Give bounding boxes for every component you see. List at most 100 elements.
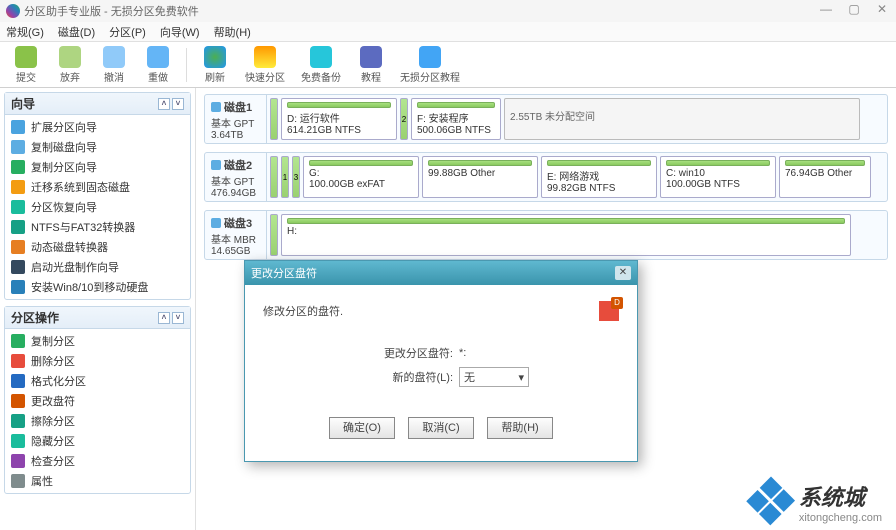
item-label: 分区恢复向导 bbox=[31, 199, 97, 215]
menu-wizard[interactable]: 向导(W) bbox=[160, 24, 200, 40]
partition[interactable]: 76.94GB Other bbox=[779, 156, 871, 198]
partition[interactable]: E: 网络游戏99.82GB NTFS bbox=[541, 156, 657, 198]
item-label: 格式化分区 bbox=[31, 373, 86, 389]
wizard-item[interactable]: 分区恢复向导 bbox=[5, 197, 190, 217]
new-letter-select[interactable]: 无▾ bbox=[459, 367, 529, 387]
action-icon bbox=[11, 260, 25, 274]
action-icon bbox=[11, 240, 25, 254]
action-icon bbox=[11, 394, 25, 408]
redo-button[interactable]: 重做 bbox=[136, 44, 180, 86]
ops-item[interactable]: 复制分区 bbox=[5, 331, 190, 351]
window-title: 分区助手专业版 - 无损分区免费软件 bbox=[24, 3, 199, 19]
ops-item[interactable]: 属性 bbox=[5, 471, 190, 491]
panel-down-icon[interactable]: ˅ bbox=[172, 98, 184, 110]
maximize-button[interactable]: ▢ bbox=[840, 2, 868, 20]
current-letter-label: 更改分区盘符: bbox=[353, 345, 453, 361]
tutorial-button[interactable]: 教程 bbox=[349, 44, 393, 86]
item-label: 更改盘符 bbox=[31, 393, 75, 409]
chevron-down-icon: ▾ bbox=[518, 371, 524, 384]
app-icon bbox=[6, 4, 20, 18]
partition-stub[interactable]: 3 bbox=[292, 156, 300, 198]
item-label: 复制磁盘向导 bbox=[31, 139, 97, 155]
disk-info: 磁盘2基本 GPT476.94GB bbox=[205, 153, 267, 201]
menu-help[interactable]: 帮助(H) bbox=[214, 24, 251, 40]
ops-item[interactable]: 隐藏分区 bbox=[5, 431, 190, 451]
undo-button[interactable]: 撤消 bbox=[92, 44, 136, 86]
panel-up-icon[interactable]: ˄ bbox=[158, 98, 170, 110]
menu-general[interactable]: 常规(G) bbox=[6, 24, 44, 40]
disk-info: 磁盘3基本 MBR14.65GB bbox=[205, 211, 267, 259]
title-bar: 分区助手专业版 - 无损分区免费软件 — ▢ ✕ bbox=[0, 0, 896, 22]
item-label: 迁移系统到固态磁盘 bbox=[31, 179, 130, 195]
ops-item[interactable]: 检查分区 bbox=[5, 451, 190, 471]
partition-stub[interactable]: 1 bbox=[281, 156, 289, 198]
close-button[interactable]: ✕ bbox=[868, 2, 896, 20]
item-label: 扩展分区向导 bbox=[31, 119, 97, 135]
partition[interactable]: D: 运行软件614.21GB NTFS bbox=[281, 98, 397, 140]
wizard-item[interactable]: 复制磁盘向导 bbox=[5, 137, 190, 157]
menu-partition[interactable]: 分区(P) bbox=[109, 24, 146, 40]
item-label: 属性 bbox=[31, 473, 53, 489]
action-icon bbox=[11, 280, 25, 294]
item-label: 检查分区 bbox=[31, 453, 75, 469]
action-icon bbox=[11, 454, 25, 468]
wizard-item[interactable]: NTFS与FAT32转换器 bbox=[5, 217, 190, 237]
item-label: 擦除分区 bbox=[31, 413, 75, 429]
partition-stub[interactable] bbox=[270, 156, 278, 198]
wizard-item[interactable]: 复制分区向导 bbox=[5, 157, 190, 177]
ops-item[interactable]: 擦除分区 bbox=[5, 411, 190, 431]
watermark: 系统城 xitongcheng.com bbox=[753, 480, 882, 524]
item-label: 复制分区 bbox=[31, 333, 75, 349]
partition[interactable]: F: 安装程序500.06GB NTFS bbox=[411, 98, 501, 140]
menu-bar: 常规(G) 磁盘(D) 分区(P) 向导(W) 帮助(H) bbox=[0, 22, 896, 42]
wizard-panel: 向导 ˄˅ 扩展分区向导复制磁盘向导复制分区向导迁移系统到固态磁盘分区恢复向导N… bbox=[4, 92, 191, 300]
partition-stub[interactable] bbox=[270, 98, 278, 140]
item-label: 删除分区 bbox=[31, 353, 75, 369]
action-icon bbox=[11, 374, 25, 388]
panel-down-icon[interactable]: ˅ bbox=[172, 312, 184, 324]
ok-button[interactable]: 确定(O) bbox=[329, 417, 395, 439]
quick-partition-button[interactable]: 快速分区 bbox=[237, 44, 293, 86]
partition-stub[interactable] bbox=[270, 214, 278, 256]
disk-row: 磁盘3基本 MBR14.65GB H: bbox=[204, 210, 888, 260]
partition[interactable]: 99.88GB Other bbox=[422, 156, 538, 198]
wizard-item[interactable]: 扩展分区向导 bbox=[5, 117, 190, 137]
partition[interactable]: G:100.00GB exFAT bbox=[303, 156, 419, 198]
wizard-item[interactable]: 迁移系统到固态磁盘 bbox=[5, 177, 190, 197]
disk-icon bbox=[211, 218, 221, 228]
unallocated-space[interactable]: 2.55TB 未分配空间 bbox=[504, 98, 860, 140]
partition[interactable]: C: win10100.00GB NTFS bbox=[660, 156, 776, 198]
disk-info: 磁盘1基本 GPT3.64TB bbox=[205, 95, 267, 143]
ops-item[interactable]: 格式化分区 bbox=[5, 371, 190, 391]
free-backup-button[interactable]: 免费备份 bbox=[293, 44, 349, 86]
action-icon bbox=[11, 474, 25, 488]
cancel-button[interactable]: 取消(C) bbox=[408, 417, 474, 439]
action-icon bbox=[11, 200, 25, 214]
partition-stub[interactable]: 2 bbox=[400, 98, 408, 140]
refresh-button[interactable]: 刷新 bbox=[193, 44, 237, 86]
ops-item[interactable]: 更改盘符 bbox=[5, 391, 190, 411]
wizard-item[interactable]: 安装Win8/10到移动硬盘 bbox=[5, 277, 190, 297]
menu-disk[interactable]: 磁盘(D) bbox=[58, 24, 95, 40]
change-letter-dialog: 更改分区盘符 ✕ 修改分区的盘符. 更改分区盘符: *: 新的盘符(L): 无▾… bbox=[244, 260, 638, 462]
partition[interactable]: H: bbox=[281, 214, 851, 256]
current-letter-value: *: bbox=[459, 347, 466, 359]
wizard-item[interactable]: 启动光盘制作向导 bbox=[5, 257, 190, 277]
action-icon bbox=[11, 414, 25, 428]
lossless-tutorial-button[interactable]: 无损分区教程 bbox=[393, 44, 467, 86]
panel-up-icon[interactable]: ˄ bbox=[158, 312, 170, 324]
action-icon bbox=[11, 120, 25, 134]
dialog-subtitle: 修改分区的盘符. bbox=[263, 303, 343, 319]
action-icon bbox=[11, 334, 25, 348]
sidebar: 向导 ˄˅ 扩展分区向导复制磁盘向导复制分区向导迁移系统到固态磁盘分区恢复向导N… bbox=[0, 88, 196, 530]
ops-item[interactable]: 删除分区 bbox=[5, 351, 190, 371]
minimize-button[interactable]: — bbox=[812, 2, 840, 20]
action-icon bbox=[11, 180, 25, 194]
submit-button[interactable]: 提交 bbox=[4, 44, 48, 86]
discard-button[interactable]: 放弃 bbox=[48, 44, 92, 86]
disk-row: 磁盘2基本 GPT476.94GB 13G:100.00GB exFAT99.88… bbox=[204, 152, 888, 202]
wizard-item[interactable]: 动态磁盘转换器 bbox=[5, 237, 190, 257]
dialog-close-icon[interactable]: ✕ bbox=[615, 266, 631, 280]
help-button[interactable]: 帮助(H) bbox=[487, 417, 553, 439]
disk-icon bbox=[211, 102, 221, 112]
